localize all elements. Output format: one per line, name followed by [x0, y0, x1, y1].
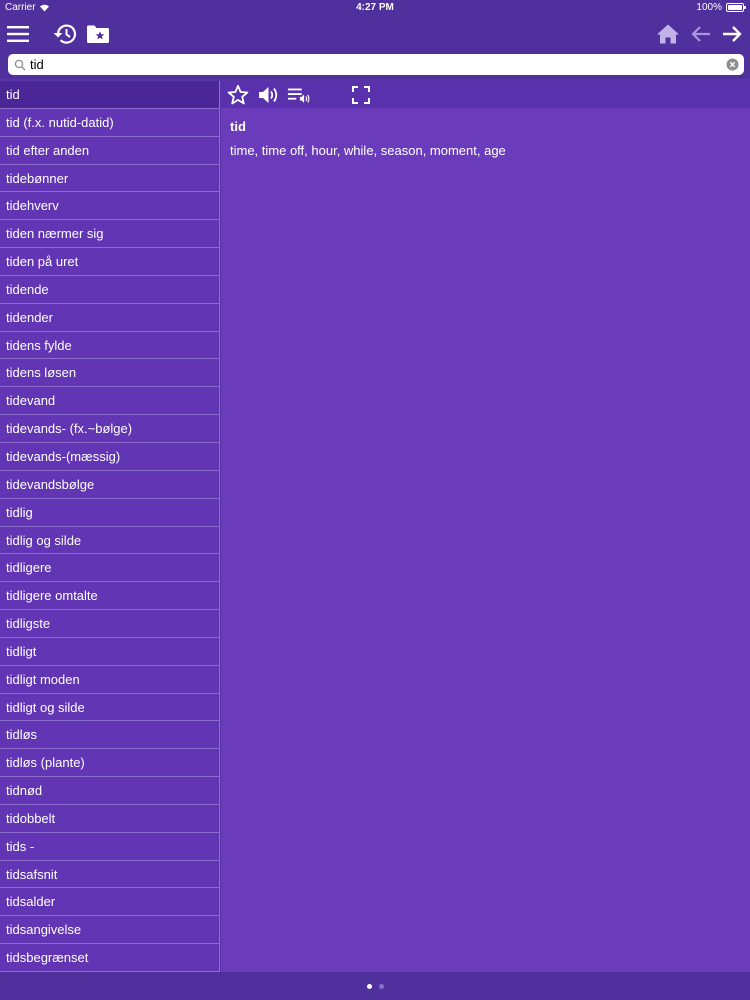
list-item[interactable]: tidender — [0, 304, 219, 332]
forward-arrow-icon — [723, 26, 742, 42]
list-item[interactable]: tidløs (plante) — [0, 749, 219, 778]
page-dot-2[interactable] — [378, 983, 384, 989]
list-item[interactable]: tidligt — [0, 638, 219, 666]
status-time: 4:27 PM — [356, 2, 394, 13]
battery-icon — [726, 3, 746, 12]
status-bar: Carrier 4:27 PM 100% — [0, 0, 750, 16]
back-button[interactable] — [685, 18, 717, 50]
search-bar — [0, 52, 750, 79]
list-item[interactable]: tidevands- (fx.~bølge) — [0, 415, 219, 443]
list-item[interactable]: tidløs — [0, 721, 219, 750]
home-icon — [657, 24, 679, 44]
search-icon — [14, 59, 26, 70]
entry-definition: time, time off, hour, while, season, mom… — [230, 143, 506, 158]
entry-pane: tid time, time off, hour, while, season,… — [221, 81, 750, 972]
list-item[interactable]: tidlig og silde — [0, 527, 219, 555]
list-item[interactable]: tidobbelt — [0, 805, 219, 833]
back-arrow-icon — [691, 26, 710, 42]
menu-button[interactable] — [2, 18, 34, 50]
favorites-folder-icon — [87, 25, 109, 43]
page-dot-1[interactable] — [366, 983, 372, 989]
list-item[interactable]: tidehverv — [0, 192, 219, 221]
search-box — [8, 54, 744, 75]
list-item[interactable]: tidligt og silde — [0, 694, 219, 722]
favorite-button[interactable] — [226, 83, 250, 107]
list-item[interactable]: tidnød — [0, 777, 219, 805]
speaker-icon — [259, 87, 278, 103]
list-item[interactable]: tiden på uret — [0, 248, 219, 276]
search-input[interactable] — [30, 55, 726, 74]
list-item[interactable]: tidsalder — [0, 888, 219, 917]
star-icon — [227, 84, 249, 105]
entry-headword: tid — [230, 119, 246, 134]
history-button[interactable] — [49, 18, 81, 50]
list-item[interactable]: tidebønner — [0, 165, 219, 193]
forward-button[interactable] — [716, 18, 748, 50]
list-item[interactable]: tidens løsen — [0, 359, 219, 388]
list-item[interactable]: tidligt moden — [0, 666, 219, 694]
list-item[interactable]: tidende — [0, 276, 219, 304]
list-item[interactable]: tiden nærmer sig — [0, 220, 219, 249]
list-item[interactable]: tidsangivelse — [0, 916, 219, 945]
word-list[interactable]: tid tid (f.x. nutid-datid) tid efter anden… — [0, 81, 220, 972]
list-item[interactable]: tidsbegrænset — [0, 944, 219, 972]
list-item[interactable]: tid — [0, 81, 219, 109]
read-aloud-button[interactable] — [287, 83, 311, 107]
playlist-audio-icon — [287, 88, 310, 103]
battery-percent: 100% — [696, 2, 722, 13]
list-item[interactable]: tids - — [0, 833, 219, 861]
page-indicator-bar — [0, 972, 750, 1000]
favorites-button[interactable] — [82, 18, 114, 50]
list-item[interactable]: tidevand — [0, 387, 219, 416]
fullscreen-button[interactable] — [349, 83, 373, 107]
list-item[interactable]: tidevandsbølge — [0, 471, 219, 499]
list-item[interactable]: tid efter anden — [0, 137, 219, 165]
list-item[interactable]: tid (f.x. nutid-datid) — [0, 109, 219, 137]
navigation-bar — [0, 16, 750, 52]
fullscreen-icon — [352, 86, 370, 104]
list-item[interactable]: tidligere — [0, 554, 219, 583]
clear-search-icon[interactable] — [726, 58, 739, 71]
list-item[interactable]: tidens fylde — [0, 332, 219, 360]
pronounce-button[interactable] — [257, 83, 281, 107]
list-item[interactable]: tidligste — [0, 610, 219, 638]
home-button[interactable] — [652, 18, 684, 50]
list-item[interactable]: tidevands-(mæssig) — [0, 443, 219, 471]
list-item[interactable]: tidligere omtalte — [0, 582, 219, 611]
status-right: 100% — [696, 2, 746, 13]
menu-icon — [7, 26, 29, 42]
list-item[interactable]: tidsafsnit — [0, 861, 219, 889]
history-icon — [53, 24, 77, 44]
list-item[interactable]: tidlig — [0, 499, 219, 527]
entry-toolbar — [221, 81, 750, 108]
